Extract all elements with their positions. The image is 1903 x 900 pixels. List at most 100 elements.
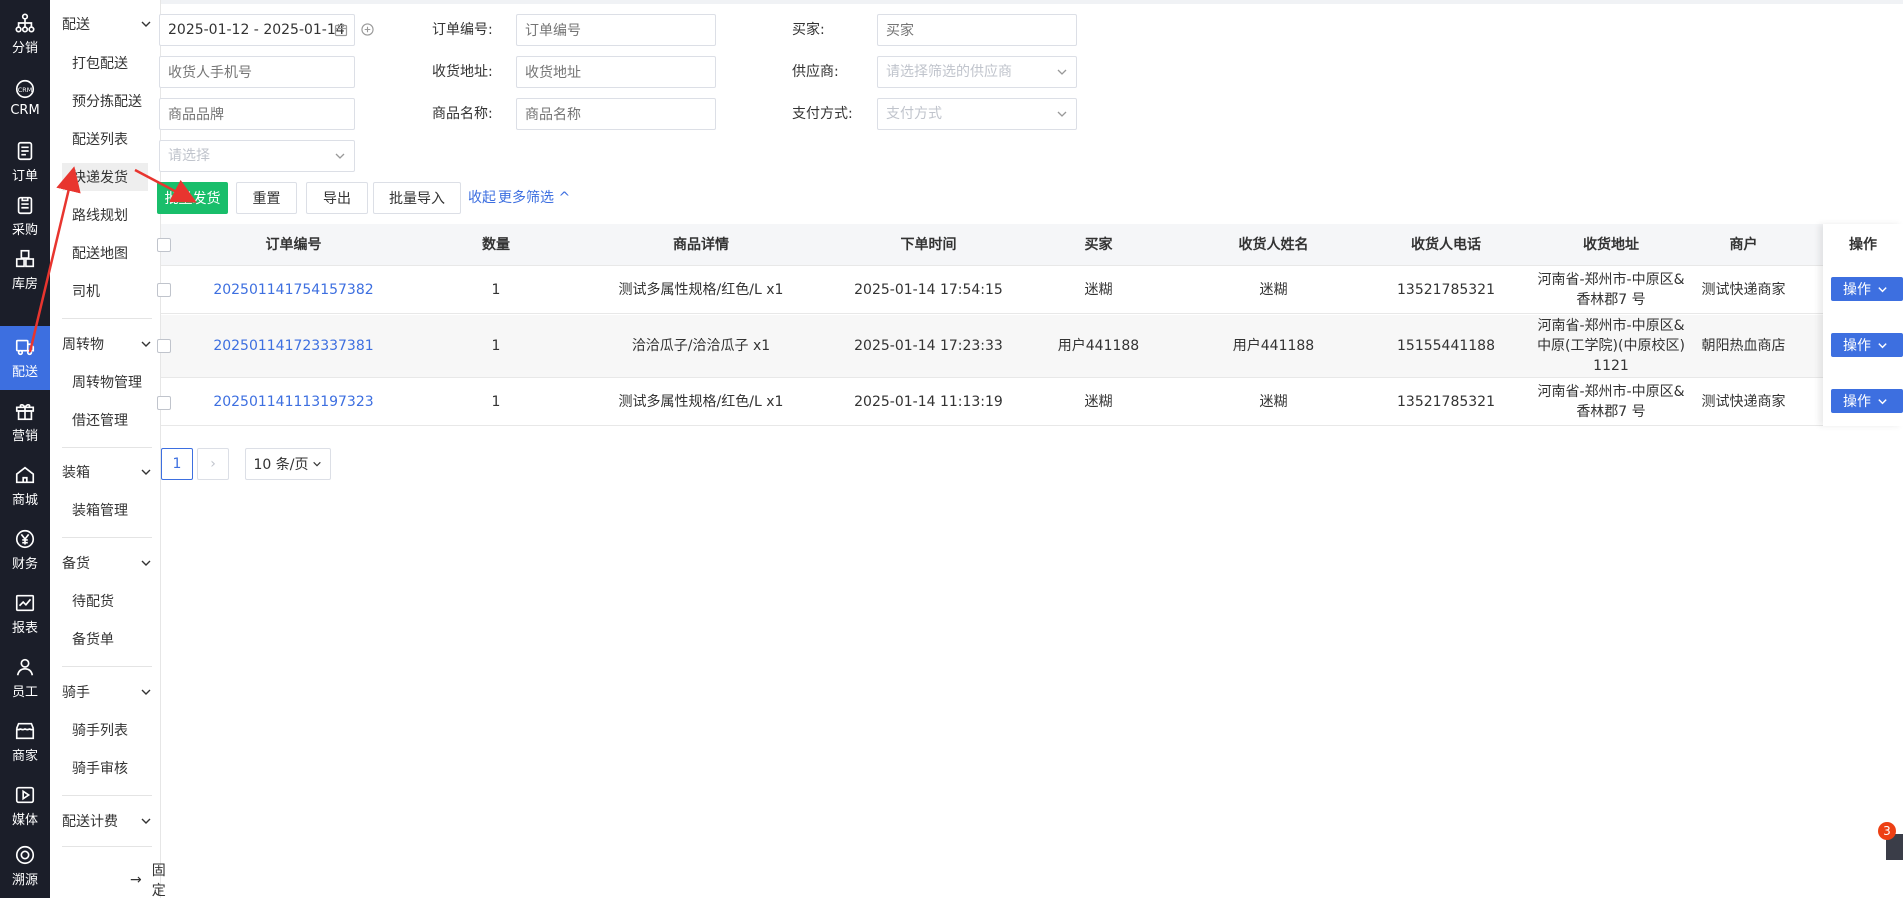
submenu-item-delivery-list[interactable]: 配送列表 bbox=[62, 125, 148, 153]
submenu-item-presort-delivery[interactable]: 预分拣配送 bbox=[62, 87, 148, 115]
submenu-item-pack-delivery[interactable]: 打包配送 bbox=[62, 49, 148, 77]
submenu-group-turnover[interactable]: 周转物 bbox=[62, 332, 152, 356]
column-header[interactable]: 订单编号 bbox=[201, 224, 386, 266]
submenu-item-packing-manage[interactable]: 装箱管理 bbox=[62, 496, 148, 524]
date-range-picker[interactable]: 2025-01-12 - 2025-01-14 bbox=[159, 14, 355, 46]
submenu-group-title: 骑手 bbox=[62, 685, 90, 701]
receiver-name-cell: 用户441188 bbox=[1232, 338, 1315, 354]
goods-detail-cell: 测试多属性规格/红色/L x1 bbox=[618, 394, 784, 410]
submenu-item-turnover-manage[interactable]: 周转物管理 bbox=[62, 368, 148, 396]
chevron-down-icon bbox=[141, 689, 151, 695]
column-header[interactable]: 收货人电话 bbox=[1366, 224, 1526, 266]
column-header[interactable]: 收货地址 bbox=[1526, 224, 1696, 266]
page-size-select[interactable]: 10 条/页 bbox=[245, 448, 331, 480]
submenu-item-rider-review[interactable]: 骑手审核 bbox=[62, 754, 148, 782]
add-circle-icon[interactable] bbox=[361, 23, 374, 36]
rail-item-marketing[interactable]: 营销 bbox=[0, 390, 50, 454]
rail-item-reports[interactable]: 报表 bbox=[0, 582, 50, 646]
brand-input[interactable] bbox=[159, 98, 355, 130]
quantity-cell: 1 bbox=[491, 338, 501, 354]
goods-detail-cell: 测试多属性规格/红色/L x1 bbox=[618, 281, 784, 298]
rail-item-warehouse[interactable]: 库房 bbox=[0, 238, 50, 302]
generic-select[interactable]: 请选择 bbox=[159, 140, 355, 172]
table-row: 202501141723337381 1 洽洽瓜子/洽洽瓜子 x1 2025-0… bbox=[157, 315, 1903, 378]
more-filters-link[interactable]: 更多筛选 ^ bbox=[498, 182, 570, 214]
row-checkbox[interactable] bbox=[157, 339, 171, 353]
goods-name-input[interactable] bbox=[516, 98, 716, 130]
order-no-link[interactable]: 202501141754157382 bbox=[201, 266, 386, 313]
submenu-item-express-shipping[interactable]: 快递发货 bbox=[62, 163, 148, 191]
chevron-down-icon bbox=[1878, 286, 1887, 292]
submenu-item-driver[interactable]: 司机 bbox=[62, 277, 148, 305]
next-page-button[interactable]: › bbox=[197, 448, 229, 480]
submenu-item-stock-list[interactable]: 备货单 bbox=[62, 625, 148, 653]
address-cell: 河南省-郑州市-中原区&香林郡7 号 bbox=[1537, 384, 1685, 420]
chevron-down-icon bbox=[141, 341, 151, 347]
payment-select[interactable]: 支付方式 bbox=[877, 98, 1077, 130]
column-header[interactable]: 收货人姓名 bbox=[1181, 224, 1366, 266]
reset-button[interactable]: 重置 bbox=[236, 182, 297, 214]
receiver-name-cell: 迷糊 bbox=[1259, 281, 1288, 298]
order-no-input[interactable] bbox=[516, 14, 716, 46]
user-icon bbox=[16, 658, 34, 676]
row-operation-button[interactable]: 操作 bbox=[1831, 277, 1903, 301]
rail-item-media[interactable]: 媒体 bbox=[0, 774, 50, 838]
address-input[interactable] bbox=[516, 56, 716, 88]
receiver-phone-cell: 15155441188 bbox=[1397, 338, 1495, 354]
collapse-link[interactable]: 收起 bbox=[468, 182, 496, 214]
submenu-group-stocking[interactable]: 备货 bbox=[62, 551, 152, 575]
rail-item-distribution[interactable]: 分销 bbox=[0, 2, 50, 66]
column-header[interactable]: 买家 bbox=[1016, 224, 1181, 266]
submenu-item-route-planning[interactable]: 路线规划 bbox=[62, 201, 148, 229]
order-no-link[interactable]: 202501141723337381 bbox=[201, 315, 386, 377]
row-checkbox[interactable] bbox=[157, 396, 171, 410]
submenu-item-rider-list[interactable]: 骑手列表 bbox=[62, 716, 148, 744]
column-header[interactable]: 商品详情 bbox=[561, 224, 841, 266]
submenu-group-rider[interactable]: 骑手 bbox=[62, 680, 152, 704]
column-header[interactable]: 商户 bbox=[1696, 224, 1791, 266]
column-header[interactable]: 数量 bbox=[446, 224, 546, 266]
submenu-group-delivery-billing[interactable]: 配送计费 bbox=[62, 809, 152, 833]
svg-text:CRM: CRM bbox=[18, 86, 32, 94]
order-no-link[interactable]: 202501141113197323 bbox=[201, 379, 386, 425]
submenu-divider bbox=[62, 666, 152, 667]
order-time-cell: 2025-01-14 17:54:15 bbox=[854, 281, 1003, 298]
rail-item-delivery[interactable]: 配送 bbox=[0, 326, 50, 390]
row-operation-button[interactable]: 操作 bbox=[1831, 333, 1903, 357]
buyer-label: 买家: bbox=[792, 22, 825, 38]
rail-item-crm[interactable]: CRM CRM bbox=[0, 66, 50, 130]
submenu-item-delivery-map[interactable]: 配送地图 bbox=[62, 239, 148, 267]
row-checkbox[interactable] bbox=[157, 283, 171, 297]
rail-item-finance[interactable]: 财务 bbox=[0, 518, 50, 582]
buyer-input[interactable] bbox=[877, 14, 1077, 46]
submenu-item-pending-allocation[interactable]: 待配货 bbox=[62, 587, 148, 615]
submenu-group-delivery[interactable]: 配送 bbox=[62, 12, 152, 36]
operation-label: 操作 bbox=[1843, 338, 1871, 354]
rail-item-mall[interactable]: 商城 bbox=[0, 454, 50, 518]
notification-badge[interactable]: 3 bbox=[1878, 822, 1896, 840]
column-header[interactable]: 下单时间 bbox=[841, 224, 1016, 266]
rail-label: 订单 bbox=[11, 169, 38, 184]
supplier-select[interactable]: 请选择筛选的供应商 bbox=[877, 56, 1077, 88]
chevron-down-icon bbox=[335, 153, 345, 159]
batch-ship-button[interactable]: 批量发货 bbox=[157, 182, 228, 214]
submenu-item-borrow-return[interactable]: 借还管理 bbox=[62, 406, 148, 434]
rail-item-merchants[interactable]: 商家 bbox=[0, 710, 50, 774]
payment-label: 支付方式: bbox=[792, 106, 853, 122]
chevron-down-icon bbox=[1057, 111, 1067, 117]
select-all-checkbox[interactable] bbox=[157, 238, 171, 252]
submenu-group-title: 备货 bbox=[62, 556, 90, 572]
rail-item-staff[interactable]: 员工 bbox=[0, 646, 50, 710]
main-content: 2025-01-12 - 2025-01-14 订单编号: 买家: 收货地址: … bbox=[157, 0, 1903, 898]
rail-item-trace[interactable]: 溯源 bbox=[0, 834, 50, 898]
supplier-placeholder: 请选择筛选的供应商 bbox=[886, 64, 1012, 80]
rail-label: 商城 bbox=[11, 493, 38, 508]
buyer-cell: 迷糊 bbox=[1084, 281, 1113, 298]
page-1-button[interactable]: 1 bbox=[161, 448, 193, 480]
submenu-group-packing[interactable]: 装箱 bbox=[62, 460, 152, 484]
row-operation-button[interactable]: 操作 bbox=[1831, 389, 1903, 413]
batch-import-button[interactable]: 批量导入 bbox=[373, 182, 461, 214]
receiver-phone-input[interactable] bbox=[159, 56, 355, 88]
column-header[interactable]: 操作 bbox=[1823, 224, 1903, 266]
export-button[interactable]: 导出 bbox=[306, 182, 368, 214]
